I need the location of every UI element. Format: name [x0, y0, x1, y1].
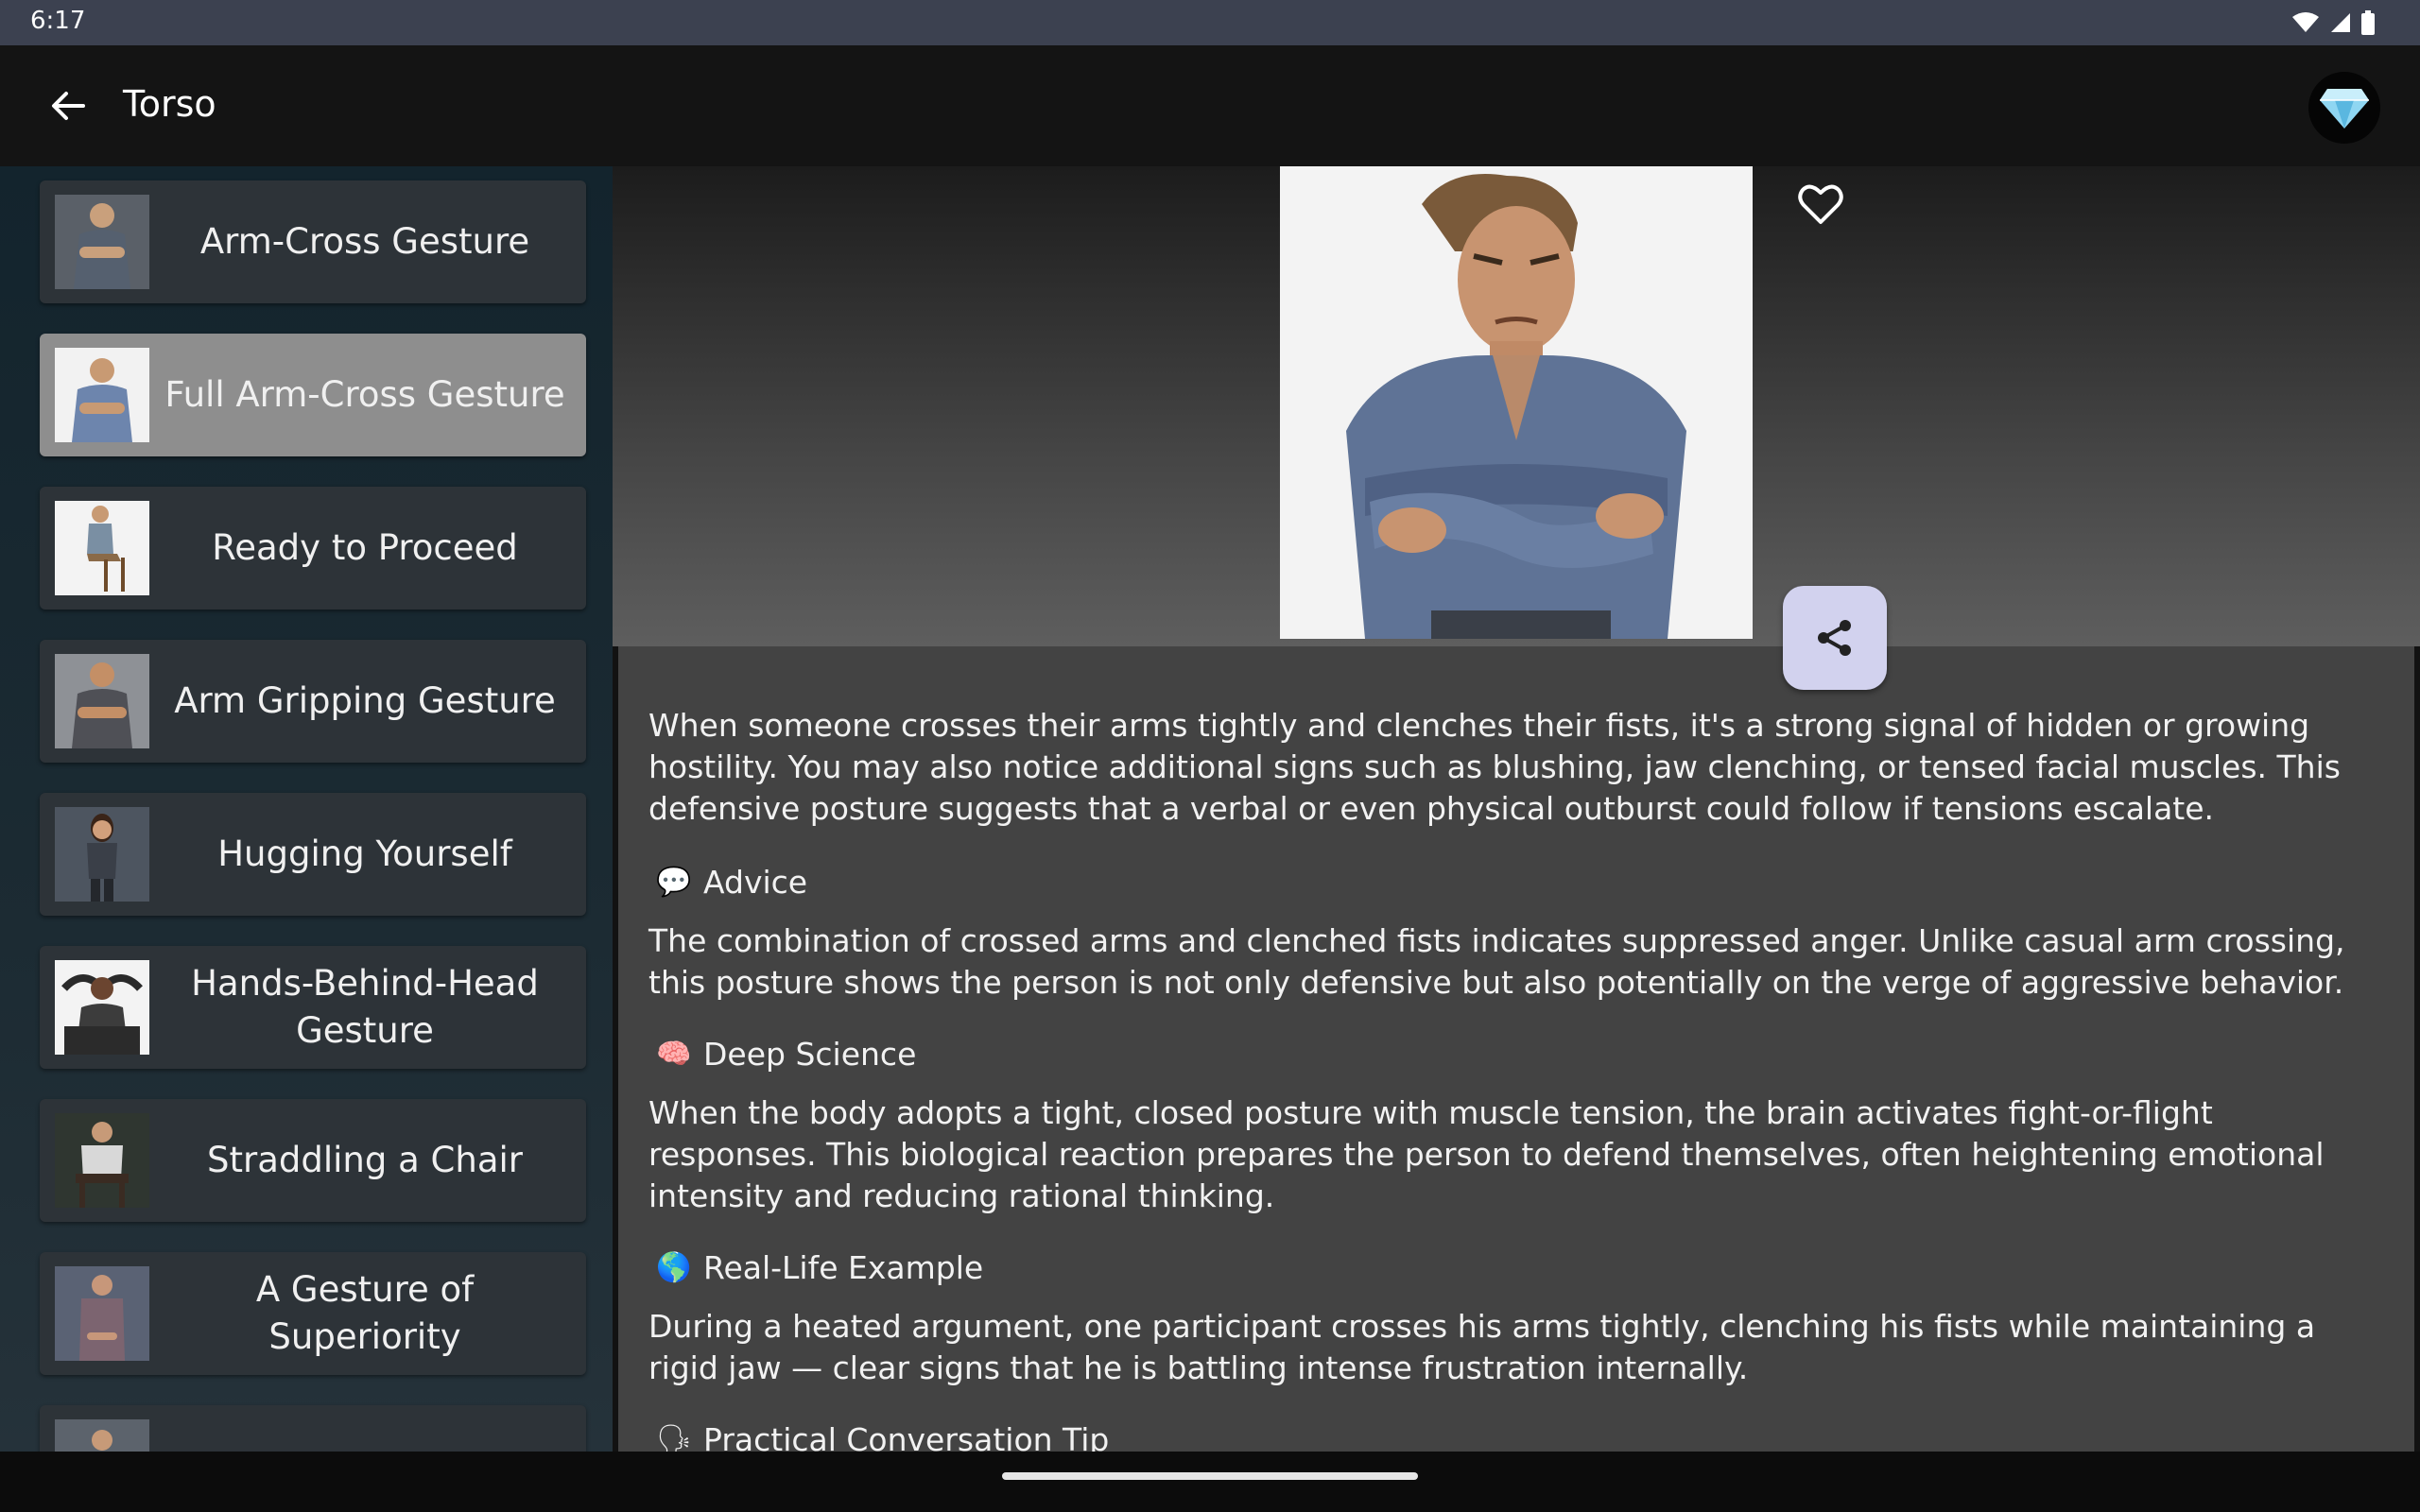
list-item-label: A Gesture of Superiority: [255, 1269, 475, 1357]
section-body: During a heated argument, one participan…: [648, 1308, 2316, 1386]
gesture-thumbnail: [55, 501, 149, 595]
list-item[interactable]: Arm-Cross Gesture: [40, 180, 586, 303]
list-item-label: Arm-Cross Gesture: [199, 221, 530, 262]
section-title: Real-Life Example: [703, 1249, 984, 1286]
status-time: 6:17: [30, 7, 86, 35]
list-item[interactable]: [40, 1405, 586, 1452]
premium-button[interactable]: [2308, 72, 2380, 144]
list-item-label: [163, 1405, 567, 1452]
share-button[interactable]: [1783, 586, 1887, 690]
list-item[interactable]: Ready to Proceed: [40, 487, 586, 610]
list-item-label: Ready to Proceed: [212, 527, 518, 568]
arrow-back-icon[interactable]: [45, 83, 91, 129]
section-heading-real-life-example: 🌎 Real-Life Example: [656, 1249, 983, 1286]
section-heading-conversation-tip: 🗣 Practical Conversation Tip: [656, 1421, 1109, 1452]
signal-icon: [2331, 13, 2350, 32]
section-title: Advice: [703, 864, 808, 901]
gesture-thumbnail: [55, 1266, 149, 1361]
gesture-description-panel[interactable]: When someone crosses their arms tightly …: [618, 646, 2414, 1452]
gesture-illustration: [1280, 166, 1753, 639]
system-icons: [2291, 9, 2375, 36]
list-item[interactable]: Straddling a Chair: [40, 1099, 586, 1222]
gesture-thumbnail: [55, 1113, 149, 1208]
list-item[interactable]: A Gesture of Superiority: [40, 1252, 586, 1375]
wifi-icon: [2292, 12, 2319, 32]
diamond-icon: [2320, 89, 2369, 129]
gesture-thumbnail: [55, 960, 149, 1055]
gesture-thumbnail: [55, 654, 149, 748]
home-gesture-handle[interactable]: [1002, 1472, 1418, 1480]
list-item[interactable]: Hugging Yourself: [40, 793, 586, 916]
gesture-thumbnail: [55, 195, 149, 289]
status-bar: 6:17: [0, 0, 2420, 45]
app-bar: Torso: [0, 45, 2420, 166]
list-item[interactable]: Arm Gripping Gesture: [40, 640, 586, 763]
share-icon: [1818, 620, 1851, 656]
brain-icon: 🧠: [656, 1038, 692, 1071]
system-navigation-bar: [0, 1452, 2420, 1512]
speech-bubble-icon: 💬: [656, 866, 692, 899]
gesture-thumbnail: [55, 807, 149, 902]
list-item-label: Arm Gripping Gesture: [174, 680, 556, 721]
section-heading-deep-science: 🧠 Deep Science: [656, 1036, 916, 1073]
speaking-head-icon: 🗣: [656, 1423, 693, 1452]
globe-icon: 🌎: [656, 1251, 692, 1284]
list-item[interactable]: Hands-Behind-Head Gesture: [40, 946, 586, 1069]
list-item-label: Hands-Behind-Head Gesture: [191, 963, 539, 1051]
section-body: When the body adopts a tight, closed pos…: [648, 1094, 2325, 1214]
section-heading-advice: 💬 Advice: [656, 864, 807, 901]
intro-text: When someone crosses their arms tightly …: [648, 707, 2341, 827]
gesture-list[interactable]: Arm-Cross Gesture Full Arm-Cross Gesture…: [0, 166, 613, 1452]
list-item-label: Hugging Yourself: [217, 833, 512, 874]
list-item-label: Straddling a Chair: [207, 1140, 523, 1180]
section-title: Deep Science: [703, 1036, 917, 1073]
gesture-thumbnail: [55, 1419, 149, 1452]
list-item-label: Full Arm-Cross Gesture: [164, 374, 565, 415]
section-body: The combination of crossed arms and clen…: [648, 922, 2345, 1001]
list-item[interactable]: Full Arm-Cross Gesture: [40, 334, 586, 456]
heart-outline-icon[interactable]: [1796, 180, 1845, 229]
gesture-thumbnail: [55, 348, 149, 442]
battery-icon: [2361, 10, 2375, 35]
page-title: Torso: [123, 83, 216, 125]
section-title: Practical Conversation Tip: [703, 1421, 1110, 1452]
